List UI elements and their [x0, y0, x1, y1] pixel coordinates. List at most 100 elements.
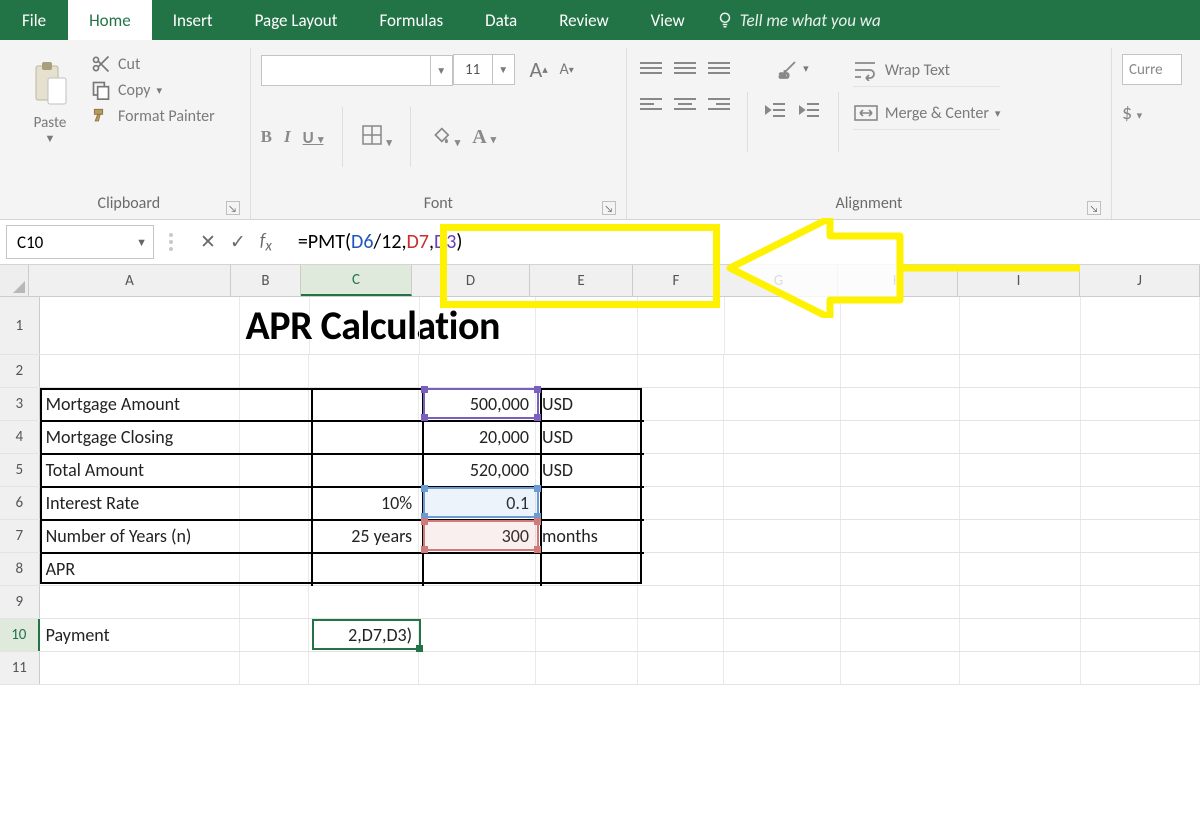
chevron-down-icon[interactable]: ▼: [45, 132, 56, 145]
col-header-G[interactable]: G: [720, 265, 838, 296]
cell-E2[interactable]: [536, 355, 638, 387]
cell-G1[interactable]: [725, 297, 842, 354]
cell-J1[interactable]: [1081, 297, 1200, 354]
cell-A2[interactable]: [40, 355, 240, 387]
cell-D11[interactable]: [419, 652, 536, 684]
cell-B9[interactable]: [240, 586, 309, 618]
borders-button[interactable]: ▾: [361, 124, 392, 151]
cut-button[interactable]: Cut: [90, 54, 215, 74]
dialog-launcher-icon[interactable]: ↘: [602, 201, 616, 215]
col-header-F[interactable]: F: [633, 265, 720, 296]
fill-color-button[interactable]: ▾: [429, 124, 460, 151]
tab-view[interactable]: View: [630, 0, 706, 40]
cell-F6[interactable]: [638, 487, 724, 519]
formula-input[interactable]: =PMT(D6/12,D7,D3): [290, 230, 1200, 254]
currency-button[interactable]: $ ▾: [1122, 101, 1142, 125]
chevron-down-icon[interactable]: ▾: [157, 84, 163, 97]
cell-C4[interactable]: [309, 421, 419, 453]
cell-D3[interactable]: 500,000: [419, 388, 536, 420]
cell-A6[interactable]: Interest Rate: [40, 487, 240, 519]
name-box[interactable]: C10▼: [6, 225, 154, 259]
cell-F9[interactable]: [638, 586, 724, 618]
row-header-9[interactable]: 9: [0, 586, 40, 618]
format-painter-button[interactable]: Format Painter: [90, 106, 215, 126]
worksheet-grid[interactable]: 1APR Calculation23Mortgage Amount500,000…: [0, 297, 1200, 685]
cell-G9[interactable]: [724, 586, 841, 618]
cell-A10[interactable]: Payment: [40, 619, 240, 651]
cell-A9[interactable]: [40, 586, 240, 618]
select-all-corner[interactable]: [0, 265, 29, 296]
font-name-input[interactable]: ▼: [261, 55, 453, 85]
cell-G2[interactable]: [724, 355, 841, 387]
cell-I4[interactable]: [960, 421, 1081, 453]
cell-E9[interactable]: [536, 586, 638, 618]
cell-D10[interactable]: [419, 619, 536, 651]
row-header-4[interactable]: 4: [0, 421, 40, 453]
cell-I3[interactable]: [960, 388, 1081, 420]
cell-E8[interactable]: [536, 553, 638, 585]
cell-C5[interactable]: [309, 454, 419, 486]
row-header-1[interactable]: 1: [0, 297, 40, 354]
cell-J6[interactable]: [1081, 487, 1200, 519]
orientation-button[interactable]: ab▾: [777, 54, 809, 82]
cell-B7[interactable]: [240, 520, 309, 552]
cell-F2[interactable]: [638, 355, 724, 387]
cell-F11[interactable]: [638, 652, 724, 684]
align-center-button[interactable]: [671, 90, 699, 118]
cell-F8[interactable]: [638, 553, 724, 585]
align-right-button[interactable]: [705, 90, 733, 118]
tab-formulas[interactable]: Formulas: [358, 0, 464, 40]
cell-C8[interactable]: [309, 553, 419, 585]
cell-G10[interactable]: [724, 619, 841, 651]
cell-B8[interactable]: [240, 553, 309, 585]
col-header-J[interactable]: J: [1080, 265, 1200, 296]
cell-D9[interactable]: [419, 586, 536, 618]
tab-data[interactable]: Data: [464, 0, 538, 40]
cell-B1[interactable]: APR Calculation: [240, 297, 310, 354]
cell-B4[interactable]: [240, 421, 309, 453]
cell-B10[interactable]: [240, 619, 309, 651]
cell-C3[interactable]: [309, 388, 419, 420]
cell-H4[interactable]: [841, 421, 960, 453]
cell-E1[interactable]: [536, 297, 638, 354]
chevron-down-icon[interactable]: ▼: [136, 236, 147, 249]
cell-E11[interactable]: [536, 652, 638, 684]
cell-A5[interactable]: Total Amount: [40, 454, 240, 486]
cell-G8[interactable]: [724, 553, 841, 585]
col-header-I[interactable]: I: [958, 265, 1080, 296]
tab-insert[interactable]: Insert: [152, 0, 234, 40]
chevron-down-icon[interactable]: ▼: [493, 54, 515, 85]
row-header-11[interactable]: 11: [0, 652, 40, 684]
decrease-indent-button[interactable]: [762, 96, 790, 124]
row-header-7[interactable]: 7: [0, 520, 40, 552]
cell-C1[interactable]: [310, 297, 420, 354]
wrap-text-button[interactable]: Wrap Text: [853, 54, 1001, 87]
cell-I8[interactable]: [960, 553, 1081, 585]
align-top-button[interactable]: [637, 54, 665, 82]
copy-button[interactable]: Copy ▾: [90, 80, 215, 100]
italic-button[interactable]: I: [284, 127, 291, 147]
cell-I1[interactable]: [960, 297, 1081, 354]
cell-G6[interactable]: [724, 487, 841, 519]
cell-E10[interactable]: [536, 619, 638, 651]
dialog-launcher-icon[interactable]: ↘: [1087, 201, 1101, 215]
cell-G5[interactable]: [724, 454, 841, 486]
cell-D4[interactable]: 20,000: [419, 421, 536, 453]
cancel-button[interactable]: ✕: [200, 231, 216, 254]
dialog-launcher-icon[interactable]: ↘: [226, 201, 240, 215]
cell-F7[interactable]: [638, 520, 724, 552]
align-left-button[interactable]: [637, 90, 665, 118]
cell-E5[interactable]: USD: [536, 454, 638, 486]
cell-F10[interactable]: [638, 619, 724, 651]
row-header-6[interactable]: 6: [0, 487, 40, 519]
cell-F4[interactable]: [638, 421, 724, 453]
cell-J7[interactable]: [1081, 520, 1200, 552]
cell-E7[interactable]: months: [536, 520, 638, 552]
underline-button[interactable]: U ▾: [303, 127, 324, 148]
cell-B2[interactable]: [240, 355, 309, 387]
align-middle-button[interactable]: [671, 54, 699, 82]
cell-H10[interactable]: [841, 619, 960, 651]
cell-B3[interactable]: [240, 388, 309, 420]
cell-G3[interactable]: [724, 388, 841, 420]
tab-file[interactable]: File: [0, 0, 68, 40]
